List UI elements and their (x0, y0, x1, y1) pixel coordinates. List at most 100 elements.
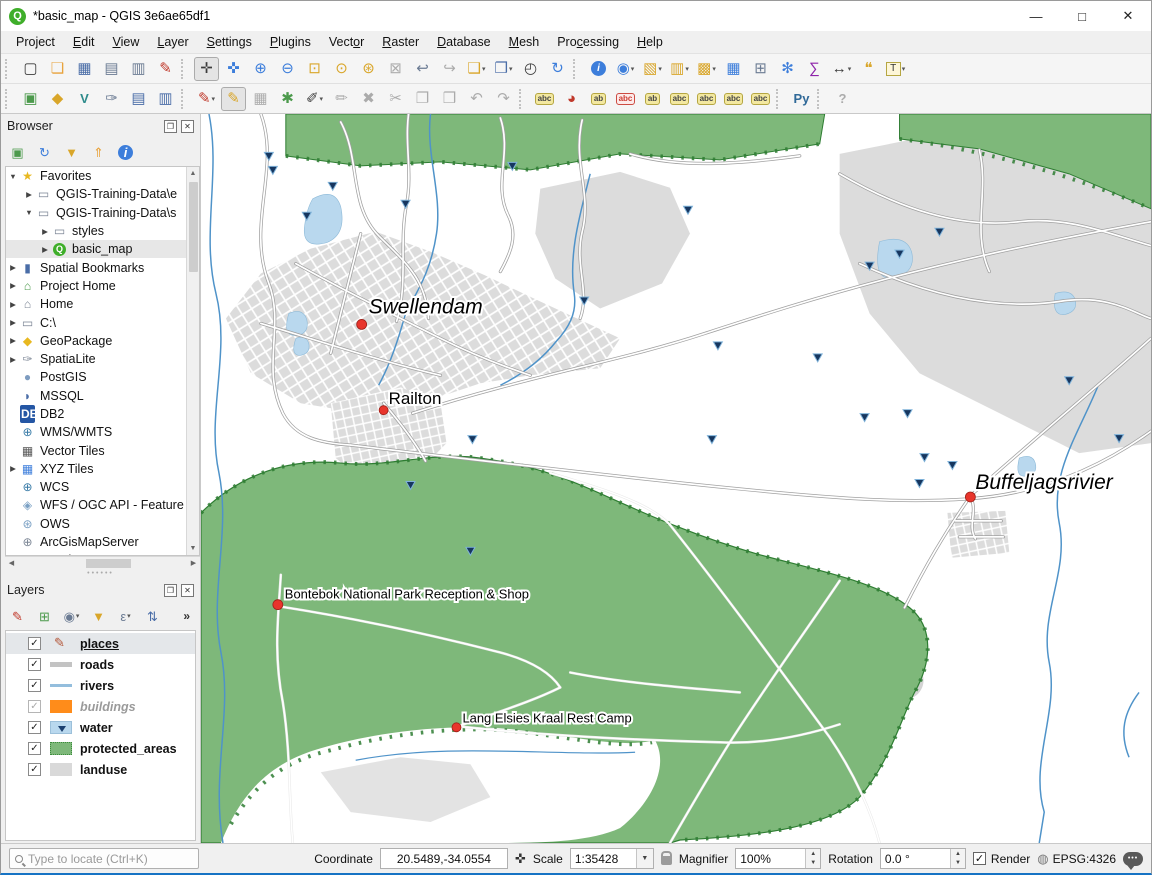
filter-by-expression-button[interactable]: ε▾ (114, 605, 137, 627)
toolbar-grip[interactable] (776, 89, 784, 109)
browser-float-button[interactable]: ❐ (164, 120, 177, 133)
menu-plugins[interactable]: Plugins (261, 33, 320, 51)
expander-icon[interactable]: ▼ (22, 208, 36, 217)
new-shapefile-button[interactable]: V (72, 87, 97, 111)
menu-help[interactable]: Help (628, 33, 672, 51)
vertex-tool-button[interactable]: ✐▾ (302, 87, 327, 111)
browser-horizontal-scrollbar[interactable]: ◀ ▶ (5, 556, 200, 569)
menu-settings[interactable]: Settings (198, 33, 261, 51)
scroll-left-icon[interactable]: ◀ (5, 559, 18, 567)
maximize-button[interactable]: □ (1059, 1, 1105, 31)
tree-item-arcgis-map-server[interactable]: ⊕ ArcGisMapServer (6, 533, 186, 551)
python-console-button[interactable]: Py (789, 87, 814, 111)
tree-item-mssql[interactable]: ◗ MSSQL (6, 387, 186, 405)
manage-map-themes-button[interactable]: ◉▾ (60, 605, 83, 627)
measure-button[interactable]: ↔▾ (829, 57, 854, 81)
tree-item-training-data-s[interactable]: ▼ ▭ QGIS-Training-Data\s (6, 204, 186, 222)
menu-project[interactable]: Project (7, 33, 64, 51)
expander-icon[interactable]: ▶ (6, 281, 20, 290)
temporal-controller-button[interactable]: ◴ (518, 57, 543, 81)
layer-landuse[interactable]: ✓ landuse (6, 759, 195, 780)
open-project-button[interactable]: ❏ (45, 57, 70, 81)
toolbar-grip[interactable] (573, 59, 581, 79)
pan-to-selection-button[interactable]: ✜ (221, 57, 246, 81)
tree-item-training-data-e[interactable]: ▶ ▭ QGIS-Training-Data\e (6, 185, 186, 203)
add-group-button[interactable]: ⊞ (33, 605, 56, 627)
show-hide-labels-button[interactable]: abc (667, 87, 692, 111)
toolbar-grip[interactable] (5, 59, 13, 79)
toolbar-grip[interactable] (5, 89, 13, 109)
save-project-button[interactable]: ▦ (72, 57, 97, 81)
layers-float-button[interactable]: ❐ (164, 584, 177, 597)
layer-visibility-checkbox[interactable]: ✓ (28, 742, 41, 755)
tree-item-geopackage[interactable]: ▶ ◆ GeoPackage (6, 332, 186, 350)
scale-combo[interactable]: 1:35428 ▼ (570, 848, 654, 869)
cut-features-button[interactable]: ✂ (383, 87, 408, 111)
layer-visibility-checkbox[interactable]: ✓ (28, 721, 41, 734)
menu-processing[interactable]: Processing (548, 33, 628, 51)
layer-water[interactable]: ✓ water (6, 717, 195, 738)
layers-overflow-button[interactable]: » (183, 609, 196, 623)
processing-toolbox-button[interactable]: ✻ (775, 57, 800, 81)
layers-close-button[interactable]: ✕ (181, 584, 194, 597)
menu-vector[interactable]: Vector (320, 33, 373, 51)
highlight-pinned-labels-button[interactable]: abc (613, 87, 638, 111)
tree-item-basic-map[interactable]: ▶ Q basic_map (6, 240, 186, 258)
identify-features-button[interactable]: i (586, 57, 611, 81)
zoom-next-button[interactable]: ↪ (437, 57, 462, 81)
menu-mesh[interactable]: Mesh (500, 33, 549, 51)
tree-item-arcgis-feature-server[interactable]: ⊕ ArcGisFeatureServer (6, 551, 186, 555)
menu-view[interactable]: View (103, 33, 148, 51)
scroll-right-icon[interactable]: ▶ (187, 559, 200, 567)
tree-item-spatialite[interactable]: ▶ ✑ SpatiaLite (6, 350, 186, 368)
expander-icon[interactable]: ▶ (38, 245, 52, 254)
tree-item-project-home[interactable]: ▶ ⌂ Project Home (6, 277, 186, 295)
menu-edit[interactable]: Edit (64, 33, 104, 51)
change-label-button[interactable]: abc (748, 87, 773, 111)
expander-icon[interactable]: ▶ (6, 300, 20, 309)
rotate-label-button[interactable]: abc (721, 87, 746, 111)
toolbar-grip[interactable] (181, 89, 189, 109)
select-features-button[interactable]: ▧▾ (640, 57, 665, 81)
run-feature-action-button[interactable]: ◉▾ (613, 57, 638, 81)
copy-features-button[interactable]: ❐ (410, 87, 435, 111)
tree-item-home[interactable]: ▶ ⌂ Home (6, 295, 186, 313)
layer-buildings[interactable]: ✓ buildings (6, 696, 195, 717)
layer-visibility-checkbox[interactable]: ✓ (28, 700, 41, 713)
layout-manager-button[interactable]: ▥ (126, 57, 151, 81)
rotation-spinbox[interactable]: 0.0 ° ▲▼ (880, 848, 966, 869)
toolbar-grip[interactable] (519, 89, 527, 109)
multiedit-attributes-button[interactable]: ✏ (329, 87, 354, 111)
layer-visibility-checkbox[interactable]: ✓ (28, 658, 41, 671)
filter-legend-button[interactable]: ▼ (87, 605, 110, 627)
new-virtual-layer-button[interactable]: ▥ (153, 87, 178, 111)
tree-item-spatial-bookmarks[interactable]: ▶ ▮ Spatial Bookmarks (6, 258, 186, 276)
zoom-in-button[interactable]: ⊕ (248, 57, 273, 81)
new-spatialite-button[interactable]: ✑ (99, 87, 124, 111)
pin-unpin-labels-button[interactable]: ab (640, 87, 665, 111)
deselect-features-button[interactable]: ▩▾ (694, 57, 719, 81)
layer-roads[interactable]: ✓ roads (6, 654, 195, 675)
tree-item-favorites[interactable]: ▼ ★ Favorites (6, 167, 186, 185)
show-bookmarks-button[interactable]: ❒▾ (491, 57, 516, 81)
refresh-map-button[interactable]: ↻ (545, 57, 570, 81)
tree-item-wfs[interactable]: ◈ WFS / OGC API - Feature (6, 496, 186, 514)
menu-database[interactable]: Database (428, 33, 500, 51)
new-print-layout-button[interactable]: ▤ (99, 57, 124, 81)
layer-diagram-button[interactable]: ◕ (559, 87, 584, 111)
render-checkbox-group[interactable]: ✓ Render (973, 852, 1030, 866)
expander-icon[interactable]: ▶ (6, 263, 20, 272)
expander-icon[interactable]: ▶ (6, 336, 20, 345)
expander-icon[interactable]: ▶ (6, 464, 20, 473)
map-tips-button[interactable]: ❝ (856, 57, 881, 81)
zoom-native-button[interactable]: ⊠ (383, 57, 408, 81)
text-annotation-button[interactable]: T▾ (883, 57, 908, 81)
attribute-table-button[interactable]: ▦ (721, 57, 746, 81)
spin-down-icon[interactable]: ▼ (806, 859, 820, 869)
browser-vertical-scrollbar[interactable]: ▲ ▼ (186, 167, 199, 555)
tree-item-vector-tiles[interactable]: ▦ Vector Tiles (6, 441, 186, 459)
select-by-form-button[interactable]: ▥▾ (667, 57, 692, 81)
crs-status[interactable]: ◍ EPSG:4326 (1037, 851, 1116, 867)
redo-button[interactable]: ↷ (491, 87, 516, 111)
style-manager-button[interactable]: ✎ (153, 57, 178, 81)
